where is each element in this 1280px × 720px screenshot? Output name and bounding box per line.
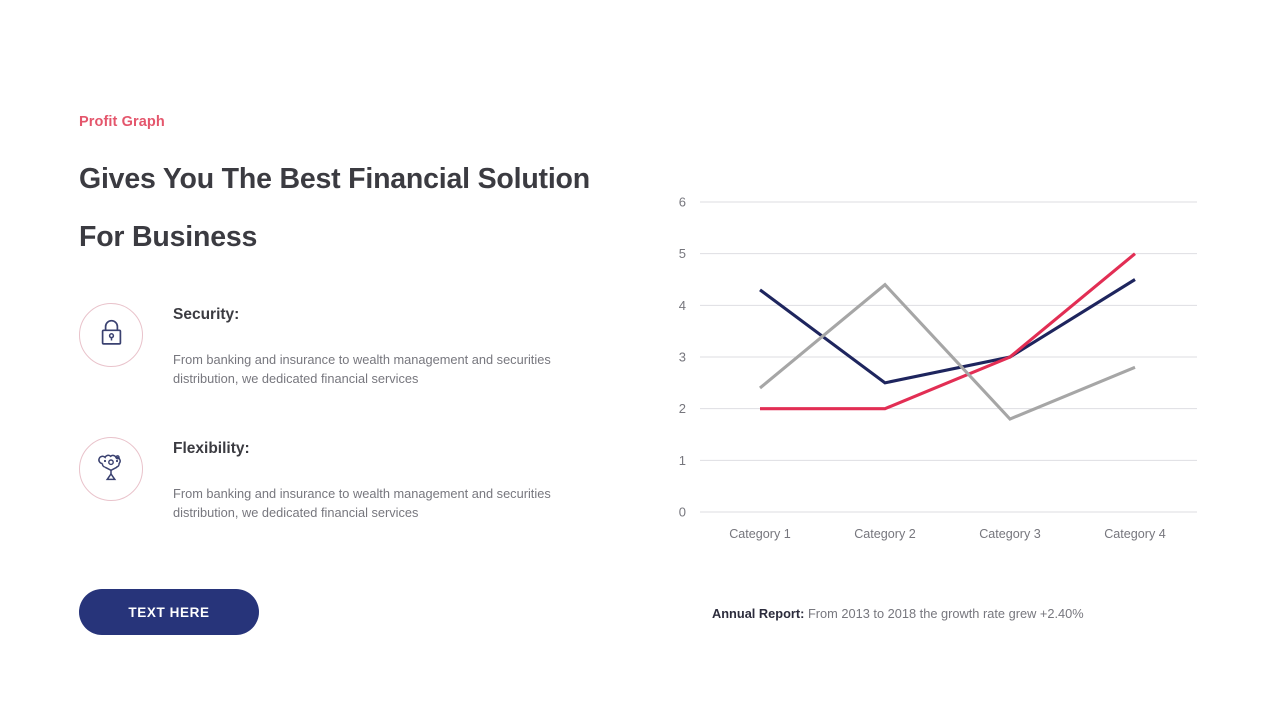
feature-title: Security: — [173, 306, 240, 323]
feature-title: Flexibility: — [173, 440, 250, 457]
x-axis-category-label: Category 4 — [1104, 527, 1166, 541]
feature-list: Security: From banking and insurance to … — [79, 300, 639, 568]
feature-item-security: Security: From banking and insurance to … — [79, 300, 639, 388]
feature-icon-circle — [79, 303, 143, 367]
page-title: Gives You The Best Financial Solution Fo… — [79, 163, 590, 253]
x-axis-category-label: Category 3 — [979, 527, 1041, 541]
feature-text-block: Security: From banking and insurance to … — [173, 300, 553, 388]
annual-report-text: From 2013 to 2018 the growth rate grew +… — [804, 606, 1084, 621]
y-axis-tick-label: 2 — [679, 401, 686, 416]
x-axis-category-label: Category 2 — [854, 527, 916, 541]
slide-root: Profit Graph Gives You The Best Financia… — [0, 0, 1280, 720]
y-axis-tick-label: 0 — [679, 505, 686, 520]
profit-line-chart: 0 1 2 3 4 5 6 Category 1 Category 2 Category 3 Cat… — [660, 180, 1220, 550]
network-nodes-icon — [96, 452, 126, 487]
y-axis-tick-label: 4 — [679, 298, 686, 313]
feature-description: From banking and insurance to wealth man… — [173, 352, 551, 386]
feature-icon-circle — [79, 437, 143, 501]
eyebrow-label: Profit Graph — [79, 114, 165, 130]
feature-text-block: Flexibility: From banking and insurance … — [173, 434, 553, 522]
feature-description: From banking and insurance to wealth man… — [173, 486, 551, 520]
chart-series-line — [759, 278, 1136, 385]
chart-canvas: 0 1 2 3 4 5 6 Category 1 Category 2 Category 3 Cat… — [679, 195, 1197, 541]
feature-item-flexibility: Flexibility: From banking and insurance … — [79, 434, 639, 522]
y-axis-tick-label: 6 — [679, 195, 686, 210]
annual-report-footnote: Annual Report: From 2013 to 2018 the gro… — [712, 605, 1084, 623]
y-axis-tick-label: 1 — [679, 453, 686, 468]
annual-report-label: Annual Report: — [712, 606, 805, 621]
text-here-button[interactable]: TEXT HERE — [79, 589, 259, 635]
y-axis-tick-label: 3 — [679, 350, 686, 365]
y-axis-tick-label: 5 — [679, 246, 686, 261]
x-axis-category-label: Category 1 — [729, 527, 791, 541]
left-content-column: Profit Graph Gives You The Best Financia… — [79, 112, 639, 266]
chart-series-line — [759, 282, 1136, 421]
padlock-icon — [98, 318, 125, 352]
